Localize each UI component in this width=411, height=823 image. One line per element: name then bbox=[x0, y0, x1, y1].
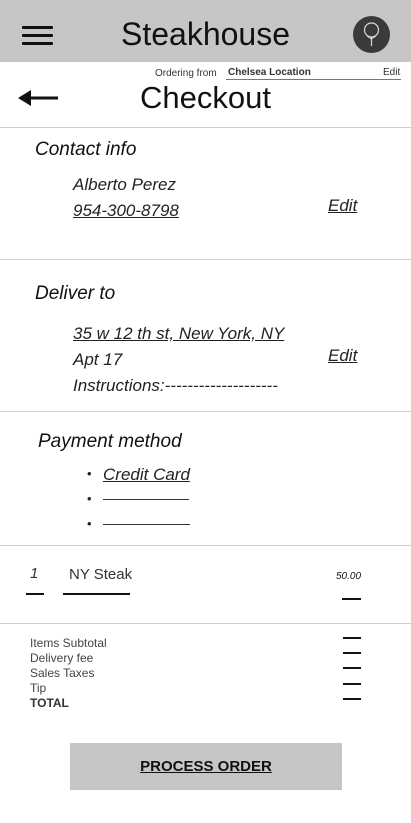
payment-section-title: Payment method bbox=[38, 431, 182, 452]
item-quantity: 1 bbox=[30, 565, 39, 582]
tip-label: Tip bbox=[30, 681, 47, 695]
delivery-fee-label: Delivery fee bbox=[30, 651, 94, 665]
delivery-instructions[interactable]: Instructions:-------------------- bbox=[73, 376, 278, 396]
total-label: TOTAL bbox=[30, 696, 69, 710]
tip-value-dash bbox=[343, 683, 361, 685]
sales-taxes-value-dash bbox=[343, 667, 361, 669]
contact-section-title: Contact info bbox=[35, 139, 137, 160]
app-title: Steakhouse bbox=[120, 16, 290, 52]
quantity-underline bbox=[26, 593, 44, 595]
subtotal-value-dash bbox=[343, 637, 361, 639]
items-subtotal-label: Items Subtotal bbox=[30, 636, 107, 650]
item-price: 50.00 bbox=[336, 571, 362, 582]
contact-name: Alberto Perez bbox=[73, 175, 176, 194]
payment-bullet: • bbox=[87, 516, 92, 531]
contact-edit-link[interactable]: Edit bbox=[328, 196, 357, 216]
user-avatar-icon[interactable] bbox=[353, 16, 390, 53]
process-order-button[interactable]: PROCESS ORDER bbox=[70, 743, 342, 790]
divider bbox=[0, 259, 411, 260]
delivery-edit-link[interactable]: Edit bbox=[328, 346, 357, 366]
payment-option-blank[interactable] bbox=[103, 499, 189, 500]
price-dash bbox=[342, 598, 361, 600]
item-name-underline bbox=[63, 593, 130, 595]
delivery-section-title: Deliver to bbox=[35, 283, 116, 304]
payment-option-credit-card[interactable]: Credit Card bbox=[103, 465, 190, 485]
page-title: Checkout bbox=[140, 80, 271, 115]
delivery-address: 35 w 12 th st, New York, NY bbox=[73, 324, 285, 343]
location-name: Chelsea Location bbox=[228, 67, 311, 78]
location-edit-link[interactable]: Edit bbox=[383, 67, 400, 78]
divider bbox=[0, 127, 411, 128]
sales-taxes-label: Sales Taxes bbox=[30, 666, 95, 680]
divider bbox=[0, 623, 411, 624]
contact-phone: 954-300-8798 bbox=[73, 201, 179, 220]
divider bbox=[0, 545, 411, 546]
payment-bullet: • bbox=[87, 491, 92, 506]
item-name: NY Steak bbox=[69, 566, 133, 583]
divider bbox=[0, 411, 411, 412]
ordering-from-label: Ordering from bbox=[155, 68, 217, 79]
total-value-dash bbox=[343, 698, 361, 700]
payment-bullet: • bbox=[87, 466, 92, 481]
delivery-fee-value-dash bbox=[343, 652, 361, 654]
payment-option-blank[interactable] bbox=[103, 524, 190, 525]
delivery-apt: Apt 17 bbox=[73, 350, 123, 369]
